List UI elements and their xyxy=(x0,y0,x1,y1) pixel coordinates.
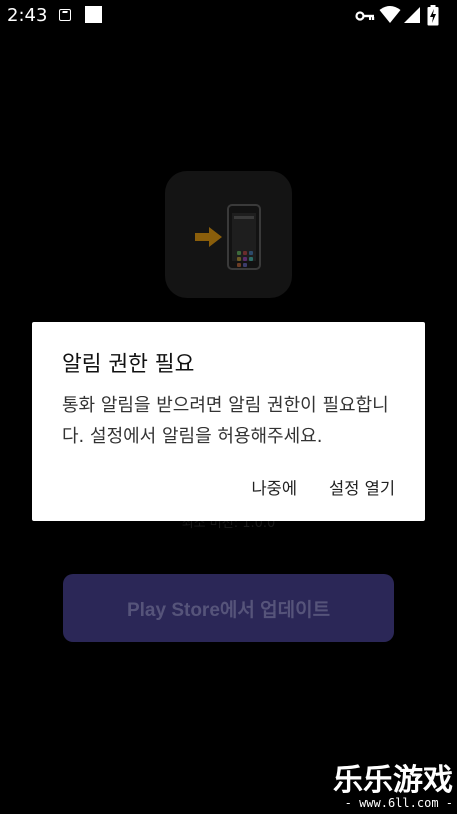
phone-screen xyxy=(232,213,256,267)
app-grid-dots xyxy=(237,251,257,267)
arrow-right-icon xyxy=(195,227,222,247)
status-bar: 2:43 xyxy=(0,0,457,32)
open-settings-button[interactable]: 설정 열기 xyxy=(329,475,395,499)
watermark: 乐乐游戏 - www.6ll.com - xyxy=(333,765,453,810)
watermark-logo-text: 乐乐游戏 xyxy=(333,763,453,798)
battery-charging-icon xyxy=(427,5,439,26)
notification-square-icon xyxy=(85,6,102,23)
notification-permission-dialog: 알림 권한 필요 통화 알림을 받으려면 알림 권한이 필요합니다. 설정에서 … xyxy=(32,322,425,521)
dialog-message: 통화 알림을 받으려면 알림 권한이 필요합니다. 설정에서 알림을 허용해주세… xyxy=(62,395,389,447)
cellular-signal-icon xyxy=(404,7,420,23)
phone-icon xyxy=(227,204,261,270)
dialog-title: 알림 권한 필요 xyxy=(62,352,195,377)
later-button[interactable]: 나중에 xyxy=(251,475,297,499)
update-play-store-button[interactable]: Play Store에서 업데이트 xyxy=(63,574,394,642)
dialog-actions: 나중에 설정 열기 xyxy=(251,475,395,499)
accessibility-notification-icon xyxy=(59,9,71,21)
status-time: 2:43 xyxy=(7,5,48,26)
vpn-key-icon xyxy=(355,11,375,21)
wifi-icon xyxy=(379,6,401,23)
watermark-url: - www.6ll.com - xyxy=(344,796,453,810)
